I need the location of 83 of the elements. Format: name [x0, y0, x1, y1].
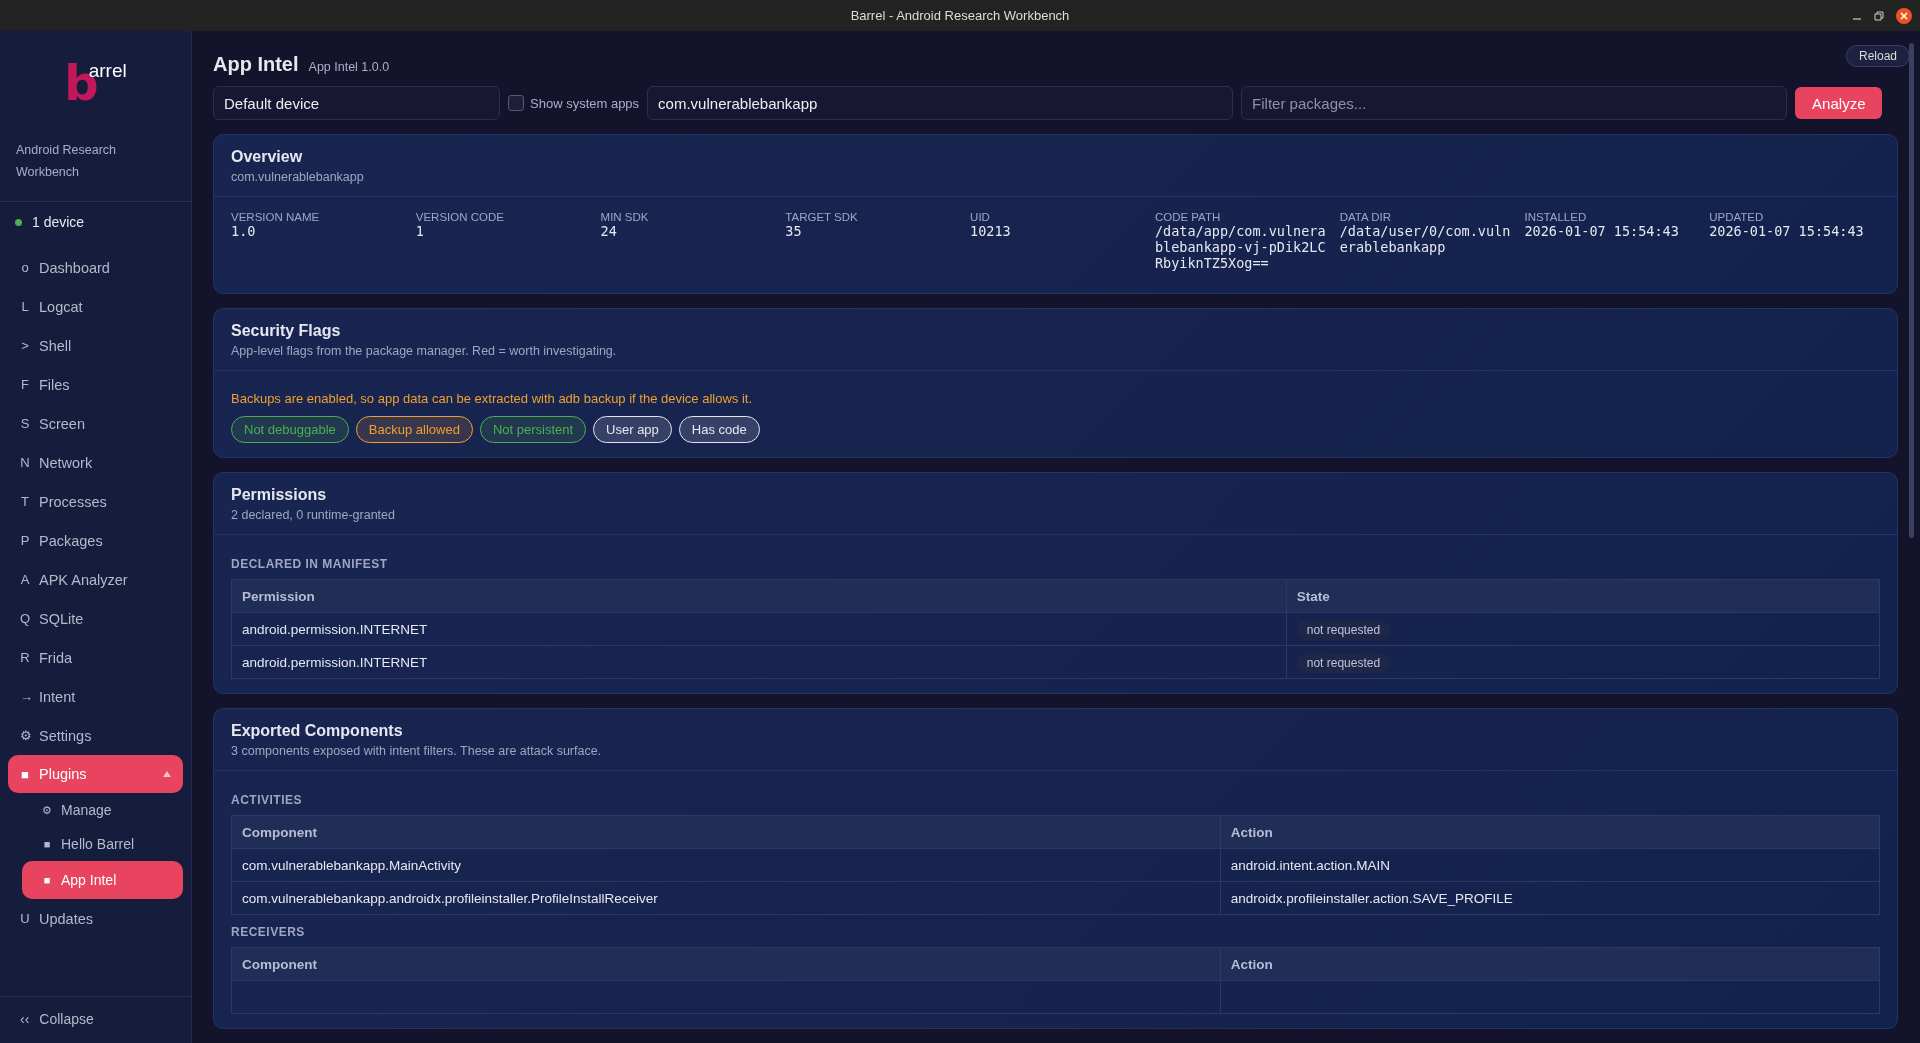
nav-item[interactable]: ■ Plugins — [8, 755, 183, 793]
flag-tag: Backup allowed — [355, 416, 473, 443]
nav-item[interactable]: → Intent — [8, 677, 183, 716]
field-value: 1.0 — [231, 223, 257, 239]
scrollbar[interactable] — [1909, 43, 1914, 538]
nav-item[interactable]: P Packages — [8, 521, 183, 560]
flag-tag: Not persistent — [479, 416, 587, 443]
table-cell: com.vulnerablebankapp.MainActivity — [231, 848, 1221, 882]
field-value: 2026-01-07 15:54:43 — [1709, 223, 1865, 239]
close-icon[interactable] — [1896, 7, 1912, 24]
table-cell: androidx.profileinstaller.action.SAVE_PROFILE — [1220, 881, 1880, 915]
card-title: Exported Components — [231, 722, 404, 740]
section-heading: ACTIVITIES — [231, 793, 303, 807]
flag-tag: Has code — [678, 416, 760, 443]
column-header: Component — [231, 815, 1221, 849]
flag-tag: Not debuggable — [231, 416, 349, 443]
submenu-item[interactable]: ■ App Intel — [22, 861, 183, 899]
section-heading: DECLARED IN MANIFEST — [231, 557, 389, 571]
column-header: Action — [1220, 947, 1880, 981]
nav-item[interactable]: F Files — [8, 365, 183, 404]
field-value: 10213 — [970, 223, 1012, 239]
app-subtitle: Android Research Workbench — [15, 142, 118, 181]
nav-item[interactable]: U Updates — [8, 899, 183, 938]
state-badge: not requested — [1296, 619, 1391, 640]
state-badge: not requested — [1296, 652, 1391, 673]
card-subtitle: App-level flags from the package manager. Red = worth investigating. — [231, 344, 618, 358]
column-header: Action — [1220, 815, 1880, 849]
device-select[interactable]: Default device — [213, 86, 500, 120]
field-value: /data/app/com.vulnerablebankapp-vj-pDik2LCRbyiknTZ5Xog== — [1154, 223, 1326, 271]
nav-item[interactable]: T Processes — [8, 482, 183, 521]
field-value: 2026-01-07 15:54:43 — [1524, 223, 1680, 239]
table-cell: android.permission.INTERNET — [231, 612, 1287, 646]
card-subtitle: 3 components exposed with intent filters. These are attack surface. — [231, 744, 603, 758]
checkbox-label: Show system apps — [530, 95, 640, 111]
field-value: 35 — [785, 223, 803, 239]
field-label: UPDATED — [1709, 211, 1765, 223]
package-field[interactable]: com.vulnerablebankapp — [647, 86, 1234, 120]
nav-item[interactable]: R Frida — [8, 638, 183, 677]
flag-tag: User app — [593, 416, 672, 443]
field-label: VERSION NAME — [231, 211, 321, 223]
field-value: /data/user/0/com.vulnerablebankapp — [1339, 223, 1511, 255]
device-count: 1 device — [32, 214, 85, 230]
window-title: Barrel - Android Research Workbench — [850, 8, 1070, 23]
field-value: 24 — [600, 223, 618, 239]
warning-text: Backups are enabled, so app data can be extracted with adb backup if the device allows it. — [231, 391, 754, 406]
card-title: Permissions — [231, 486, 328, 504]
card-subtitle: 2 declared, 0 runtime-granted — [231, 508, 396, 522]
page-title: App Intel — [213, 53, 299, 76]
card-title: Security Flags — [231, 322, 342, 340]
nav-item[interactable]: S Screen — [8, 404, 183, 443]
filter-field[interactable]: Filter packages... — [1241, 86, 1788, 120]
analyze-button[interactable]: Analyze — [1795, 87, 1883, 119]
nav-item[interactable]: > Shell — [8, 326, 183, 365]
card-title: Overview — [231, 148, 304, 166]
nav-item[interactable]: ⚙ Settings — [8, 716, 183, 755]
nav-item[interactable]: A APK Analyzer — [8, 560, 183, 599]
field-label: INSTALLED — [1524, 211, 1588, 223]
table-cell: android.permission.INTERNET — [231, 645, 1287, 679]
field-label: CODE PATH — [1154, 211, 1222, 223]
section-heading: RECEIVERS — [231, 925, 306, 939]
checkbox[interactable] — [508, 95, 524, 111]
column-header: State — [1286, 579, 1880, 613]
field-label: UID — [970, 211, 991, 223]
card-subtitle: com.vulnerablebankapp — [231, 170, 365, 184]
version-label: App Intel 1.0.0 — [308, 60, 390, 74]
nav-item[interactable]: o Dashboard — [8, 248, 183, 287]
table-cell: com.vulnerablebankapp.androidx.profileinstaller.ProfileInstallReceiver — [231, 881, 1221, 915]
column-header: Permission — [231, 579, 1287, 613]
nav-item[interactable]: Q SQLite — [8, 599, 183, 638]
table-cell: android.intent.action.MAIN — [1220, 848, 1880, 882]
column-header: Component — [231, 947, 1221, 981]
submenu-item[interactable]: ■ Hello Barrel — [22, 827, 183, 861]
field-label: DATA DIR — [1339, 211, 1392, 223]
field-value: 1 — [415, 223, 425, 239]
submenu-item[interactable]: ⚙ Manage — [22, 793, 183, 827]
field-label: TARGET SDK — [785, 211, 859, 223]
nav-item[interactable]: L Logcat — [8, 287, 183, 326]
field-label: MIN SDK — [600, 211, 650, 223]
restore-icon[interactable] — [1874, 10, 1884, 21]
field-label: VERSION CODE — [415, 211, 505, 223]
nav-item[interactable]: N Network — [8, 443, 183, 482]
collapse-button[interactable]: ‹‹ Collapse — [0, 996, 191, 1043]
reload-button[interactable]: Reload — [1845, 45, 1910, 67]
